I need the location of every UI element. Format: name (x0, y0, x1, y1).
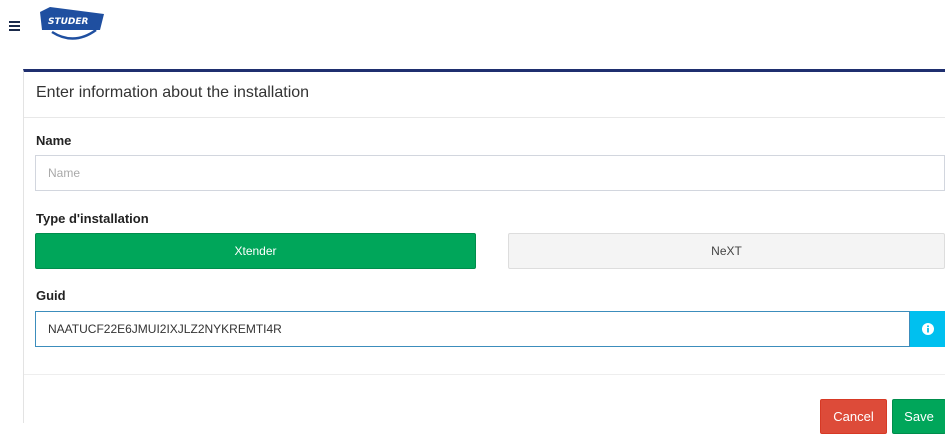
hamburger-menu-icon[interactable] (9, 21, 20, 31)
logo-text: STUDER (48, 17, 89, 27)
cancel-button[interactable]: Cancel (820, 399, 887, 434)
panel-heading: Enter information about the installation (24, 72, 945, 118)
top-bar: STUDER (0, 0, 945, 56)
name-label: Name (36, 133, 72, 148)
name-input[interactable] (35, 155, 945, 191)
info-icon (921, 323, 934, 335)
studer-logo: STUDER (40, 7, 104, 40)
type-option-xtender[interactable]: Xtender (35, 233, 476, 269)
type-option-next[interactable]: NeXT (508, 233, 945, 269)
installation-form-panel: Enter information about the installation… (23, 69, 945, 434)
page-title: Enter information about the installation (36, 84, 310, 101)
guid-label: Guid (36, 288, 66, 303)
guid-input[interactable] (35, 311, 910, 347)
type-label: Type d'installation (36, 211, 149, 226)
guid-info-button[interactable] (910, 311, 945, 347)
footer-divider (24, 374, 945, 375)
save-button[interactable]: Save (892, 399, 945, 434)
